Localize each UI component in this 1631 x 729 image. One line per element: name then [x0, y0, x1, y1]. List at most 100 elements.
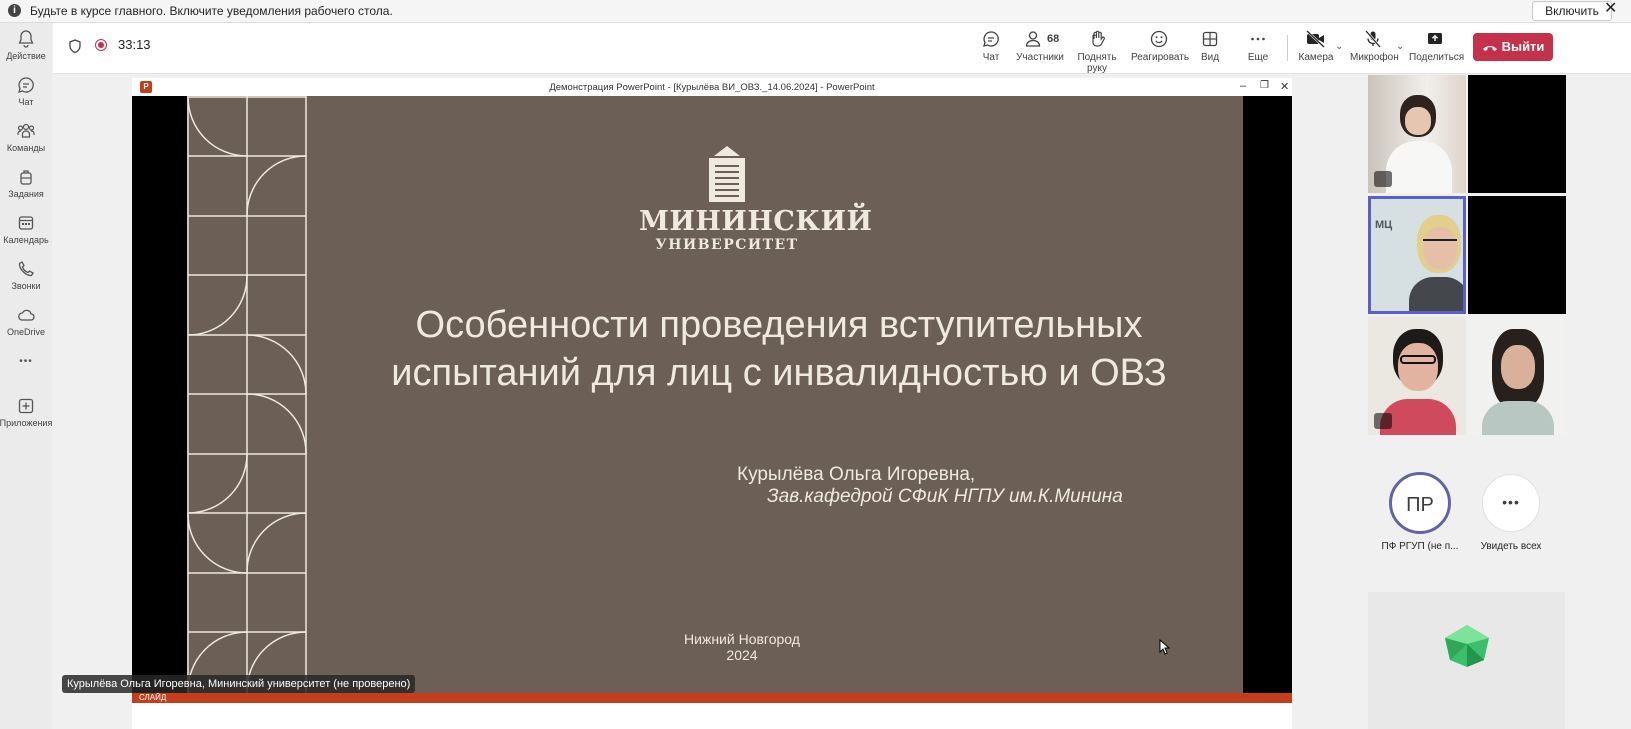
participants-count: 68: [1047, 33, 1060, 45]
calendar-icon: [18, 216, 34, 230]
participant-video-tile[interactable]: [1368, 75, 1466, 193]
restore-icon[interactable]: ❐: [1260, 80, 1269, 91]
see-all-icon[interactable]: •••: [1482, 474, 1540, 532]
slide-title-line: испытаний для лиц с инвалидностью и ОВЗ: [391, 352, 1167, 394]
speaker-name-label: Курылёва Ольга Игоревна, Мининский униве…: [62, 675, 416, 693]
info-icon: i: [8, 4, 21, 17]
rail-item-apps[interactable]: Приложения: [0, 396, 52, 428]
participant-video-tile[interactable]: [1468, 196, 1566, 314]
participant-video-tile[interactable]: [1468, 75, 1566, 193]
more-icon: [1251, 37, 1265, 41]
rail-item-chat[interactable]: Чат: [0, 75, 52, 107]
slide-display-area: МИНИНСКИЙ УНИВЕРСИТЕТ Особенности провед…: [132, 96, 1292, 693]
see-all-label[interactable]: Увидеть всех: [1461, 541, 1561, 552]
teams-icon: [17, 123, 35, 138]
university-logo-subtitle: УНИВЕРСИТЕТ: [655, 237, 799, 253]
notification-bar: i Будьте в курсе главного. Включите увед…: [0, 0, 1631, 23]
participant-avatar[interactable]: ПР: [1389, 472, 1451, 534]
meeting-timer: 33:13: [118, 37, 151, 52]
chat-icon: [983, 31, 999, 47]
rail-label: Чат: [18, 97, 34, 107]
meeting-toolbar: 33:13 Чат 68 Участники Поднять руку Реаг…: [53, 23, 1631, 74]
slide-year: 2024: [726, 647, 758, 663]
rail-item-activity[interactable]: Действие: [0, 29, 52, 61]
people-icon: [1025, 31, 1041, 47]
muted-mic-icon: [1374, 171, 1392, 187]
minimize-icon[interactable]: –: [1240, 80, 1246, 92]
emoji-icon: [1150, 30, 1168, 48]
microphone-label: Микрофон: [1350, 52, 1399, 63]
plus-icon: [18, 398, 34, 414]
slide-author-position: Зав.кафедрой СФиК НГПУ им.К.Минина: [767, 486, 1123, 507]
app-rail: Действие Чат Команды Задания Календарь З…: [0, 23, 52, 729]
decorative-pattern: [187, 96, 307, 693]
camera-options-chevron-icon[interactable]: ⌄: [1335, 41, 1343, 52]
participants-button[interactable]: 68 Участники: [1015, 29, 1065, 63]
slide-status-text: СЛАЙД: [139, 693, 167, 702]
participant-video-tile[interactable]: [1468, 317, 1566, 435]
grid-icon: [1202, 31, 1218, 47]
slide-title: Особенности проведения вступительных исп…: [359, 301, 1199, 397]
view-button[interactable]: Вид: [1193, 29, 1227, 63]
bell-icon: [18, 30, 34, 48]
muted-mic-icon: [1482, 171, 1500, 187]
close-icon[interactable]: ✕: [1604, 0, 1617, 18]
tile-text: МЦ: [1375, 219, 1393, 231]
enable-notifications-button[interactable]: Включить: [1532, 1, 1612, 21]
university-logo-icon: [709, 146, 745, 202]
chat-button[interactable]: Чат: [973, 29, 1009, 63]
powerpoint-window-title: Демонстрация PowerPoint - [Курылёва ВИ_О…: [549, 82, 875, 93]
leave-button[interactable]: Выйти: [1473, 33, 1553, 61]
rail-item-calls[interactable]: Звонки: [0, 259, 52, 291]
muted-mic-icon: [1374, 413, 1392, 429]
microphone-button[interactable]: Микрофон: [1350, 29, 1399, 63]
share-button[interactable]: Поделиться: [1409, 29, 1465, 63]
mic-options-chevron-icon[interactable]: ⌄: [1396, 41, 1404, 52]
recording-icon: [95, 39, 107, 51]
participant-gallery: МЦ ПР ПФ РГУП (не п... ••• Увидеть всех: [1366, 74, 1631, 729]
notification-message: Будьте в курсе главного. Включите уведом…: [30, 4, 393, 18]
more-button[interactable]: Еще: [1241, 29, 1275, 63]
react-button[interactable]: Реагировать: [1131, 29, 1189, 63]
backpack-icon: [20, 170, 32, 185]
chat-label: Чат: [982, 52, 1000, 63]
rail-label: Приложения: [0, 418, 53, 428]
slide-author: Курылёва Ольга Игоревна,: [737, 464, 976, 485]
slide-city: Нижний Новгород: [684, 631, 800, 647]
self-view-tile[interactable]: [1368, 592, 1565, 729]
leave-label: Выйти: [1501, 39, 1545, 54]
slide-title-line: Особенности проведения вступительных: [415, 304, 1143, 346]
share-icon: [1428, 33, 1442, 44]
camera-button[interactable]: Камера: [1298, 29, 1334, 63]
rail-label: Календарь: [3, 235, 49, 245]
mic-off-icon: [1365, 30, 1381, 48]
powerpoint-window: P Демонстрация PowerPoint - [Курылёва ВИ…: [132, 78, 1292, 729]
participant-video-tile-active[interactable]: МЦ: [1368, 196, 1466, 314]
close-window-icon[interactable]: ✕: [1280, 80, 1289, 93]
shared-content-stage: P Демонстрация PowerPoint - [Курылёва ВИ…: [53, 74, 1365, 729]
muted-mic-icon: [1482, 292, 1500, 308]
participant-video-tile[interactable]: [1368, 317, 1466, 435]
toolbar-divider: [1287, 35, 1288, 61]
raise-hand-button[interactable]: Поднять руку: [1067, 29, 1127, 74]
rail-label: Команды: [6, 143, 46, 153]
powerpoint-status-bar: СЛАЙД: [132, 693, 1292, 703]
rail-item-teams[interactable]: Команды: [0, 121, 52, 153]
share-label: Поделиться: [1409, 52, 1465, 63]
rail-item-calendar[interactable]: Календарь: [0, 213, 52, 245]
slide-city-year: Нижний Новгород 2024: [637, 631, 847, 663]
participant-avatar-name: ПФ РГУП (не п...: [1381, 541, 1459, 552]
hangup-icon: [1482, 45, 1497, 51]
powerpoint-title-bar: P Демонстрация PowerPoint - [Курылёва ВИ…: [132, 78, 1292, 96]
gem-icon: [1445, 625, 1489, 667]
rail-label: Задания: [8, 189, 44, 199]
chat-icon: [18, 77, 34, 93]
rail-item-assignments[interactable]: Задания: [0, 167, 52, 199]
rail-item-onedrive[interactable]: OneDrive: [0, 305, 52, 337]
camera-off-icon: [1306, 30, 1325, 48]
mouse-cursor-icon: [1159, 639, 1171, 655]
shield-icon: [69, 39, 81, 54]
participants-label: Участники: [1016, 52, 1064, 63]
raise-hand-label: Поднять руку: [1077, 52, 1117, 74]
more-apps-icon[interactable]: •••: [0, 356, 52, 367]
